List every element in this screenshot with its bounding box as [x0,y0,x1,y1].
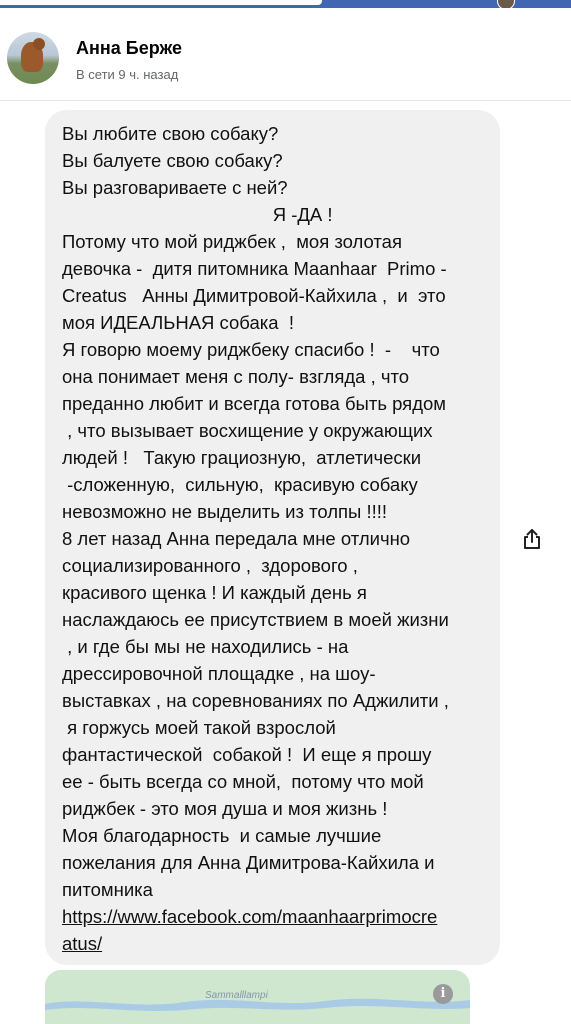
message-line: , и где бы мы не находились - на [62,636,349,657]
message-line: Вы любите свою собаку? [62,123,279,144]
message-line: риджбек - это моя душа и моя жизнь ! [62,798,388,819]
message-line: пожелания для Анна Димитрова-Кайхила и [62,852,435,873]
message-text: Вы любите свою собаку? Вы балуете свою со… [62,120,490,903]
message-line: -сложенную, сильную, красивую собаку [62,474,418,495]
message-line: питомника [62,879,153,900]
share-icon [524,529,540,549]
message-line: Я -ДА ! [62,204,333,225]
map-place-label: Sammalllampi [205,990,268,1001]
message-line: моя ИДЕАЛЬНАЯ собака ! [62,312,294,333]
message-bubble: Вы любите свою собаку? Вы балуете свою со… [45,110,500,965]
message-line: Creatus Анны Димитровой-Кайхила , и это [62,285,446,306]
message-line: людей ! Такую грациозную, атлетически [62,447,422,468]
conversation-header: Анна Берже В сети 9 ч. назад [0,8,571,101]
avatar-dog-head [33,38,45,50]
message-line: Вы балуете свою собаку? [62,150,283,171]
share-button[interactable] [515,522,549,556]
message-line: дрессировочной площадке , на шоу- [62,663,376,684]
top-navigation-bar [0,0,571,10]
message-line: она понимает меня с полу- взгляда , что [62,366,410,387]
location-map-preview[interactable]: Sammalllampi i [45,970,470,1024]
message-line: 8 лет назад Анна передала мне отлично [62,528,411,549]
message-line: , что вызывает восхищение у окружающих [62,420,433,441]
message-line: красивого щенка ! И каждый день я [62,582,367,603]
info-icon[interactable]: i [433,984,453,1004]
message-link-line[interactable]: https://www.facebook.com/maanhaarprimocr… [62,903,490,930]
contact-avatar[interactable] [7,32,59,84]
contact-name[interactable]: Анна Берже [76,38,182,59]
message-line: Моя благодарность и самые лучшие [62,825,382,846]
message-line: ее - быть всегда со мной, потому что мой [62,771,424,792]
message-line: невозможно не выделить из толпы !!!! [62,501,388,522]
message-line: Я говорю моему риджбеку спасибо ! - что [62,339,440,360]
message-line: девочка - дитя питомника Maanhaar Primo … [62,258,447,279]
message-line: Вы разговариваете с ней? [62,177,288,198]
message-line: преданно любит и всегда готова быть рядо… [62,393,446,414]
message-link[interactable]: https://www.facebook.com/maanhaarprimocr… [62,903,490,957]
message-line: фантастической собакой ! И еще я прошу [62,744,432,765]
message-line: выставках , на соревнованиях по Аджилити… [62,690,449,711]
message-line: Потому что мой риджбек , моя золотая [62,231,402,252]
message-line: я горжусь моей такой взрослой [62,717,336,738]
message-line: наслаждаюсь ее присутствием в моей жизни [62,609,449,630]
message-line: социализированного , здорового , [62,555,358,576]
search-field[interactable] [0,0,322,5]
message-link-line[interactable]: atus/ [62,930,490,957]
contact-status: В сети 9 ч. назад [76,67,179,82]
